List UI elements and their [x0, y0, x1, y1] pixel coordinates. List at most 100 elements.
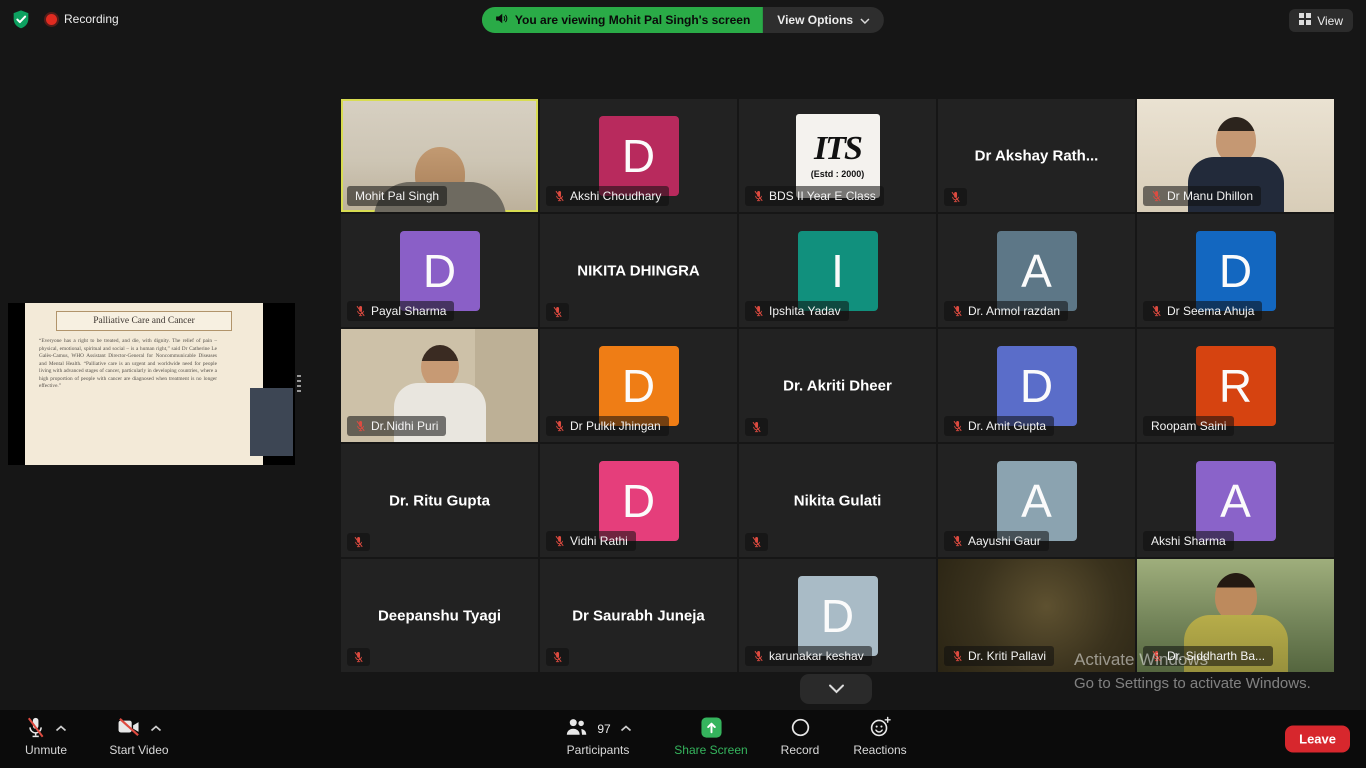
participant-avatar: I [798, 231, 878, 311]
slide-title: Palliative Care and Cancer [56, 311, 232, 331]
participant-name-label: Payal Sharma [347, 301, 454, 321]
participant-name: Akshi Choudhary [570, 189, 661, 203]
participant-tile-dr-akshay-rath[interactable]: Dr Akshay Rath... [938, 99, 1135, 212]
slide-body-text: “Everyone has a right to be treated, and… [39, 338, 217, 391]
participant-avatar: D [798, 576, 878, 656]
participant-tile-dr-pulkit-jhingan[interactable]: DDr Pulkit Jhingan [540, 329, 737, 442]
participant-name-label: Dr. Anmol razdan [944, 301, 1068, 321]
participant-name-label: Dr.Nidhi Puri [347, 416, 446, 436]
record-label: Record [781, 743, 820, 757]
participant-tile-deepanshu-tyagi[interactable]: Deepanshu Tyagi [341, 559, 538, 672]
participant-name: Payal Sharma [371, 304, 446, 318]
screen-viewing-banner: You are viewing Mohit Pal Singh's screen… [482, 7, 884, 33]
leave-button[interactable]: Leave [1285, 726, 1350, 753]
participant-tile-ipshita-yadav[interactable]: IIpshita Yadav [739, 214, 936, 327]
muted-mic-icon [751, 536, 762, 548]
muted-mic-icon [753, 650, 764, 662]
slide-image-block [250, 388, 293, 456]
participant-tile-bds-ii-year-e-class[interactable]: ITS(Estd : 2000)BDS II Year E Class [739, 99, 936, 212]
participant-name: karunakar keshav [769, 649, 864, 663]
share-screen-icon [700, 716, 723, 742]
participant-tile-dr-anmol-razdan[interactable]: ADr. Anmol razdan [938, 214, 1135, 327]
participant-name: Akshi Sharma [1151, 534, 1226, 548]
watermark-line1: Activate Windows [1074, 650, 1311, 670]
participant-tile-akshi-choudhary[interactable]: DAkshi Choudhary [540, 99, 737, 212]
muted-mic-icon [1151, 190, 1162, 202]
start-video-button[interactable]: Start Video [96, 715, 182, 757]
participant-tile-dr-seema-ahuja[interactable]: DDr Seema Ahuja [1137, 214, 1334, 327]
participant-tile-roopam-saini[interactable]: RRoopam Saini [1137, 329, 1334, 442]
shared-screen-thumbnail[interactable]: Palliative Care and Cancer “Everyone has… [8, 303, 295, 465]
participants-button[interactable]: 97 Participants [552, 715, 644, 757]
participant-name: Ipshita Yadav [769, 304, 841, 318]
muted-mic-icon [355, 305, 366, 317]
logo-subtext: (Estd : 2000) [811, 169, 865, 179]
participant-avatar: D [599, 116, 679, 196]
participant-tile-dr-amit-gupta[interactable]: DDr. Amit Gupta [938, 329, 1135, 442]
participant-tile-payal-sharma[interactable]: DPayal Sharma [341, 214, 538, 327]
participant-avatar: R [1196, 346, 1276, 426]
start-video-label: Start Video [109, 743, 168, 757]
presentation-slide: Palliative Care and Cancer “Everyone has… [25, 303, 263, 465]
video-options-caret[interactable] [150, 725, 162, 732]
participants-icon [564, 716, 588, 741]
participant-name-label: Akshi Sharma [1143, 531, 1234, 551]
participant-name: Roopam Saini [1151, 419, 1226, 433]
participant-name-centered: Dr Akshay Rath... [938, 147, 1135, 164]
participants-count: 97 [597, 722, 610, 736]
meeting-toolbar: Unmute Start Video 97 [0, 710, 1366, 768]
record-button[interactable]: Record [768, 715, 832, 757]
view-options-button[interactable]: View Options [763, 7, 884, 33]
participant-tile-akshi-sharma[interactable]: AAkshi Sharma [1137, 444, 1334, 557]
participants-options-caret[interactable] [620, 725, 632, 732]
chevron-down-icon [860, 13, 870, 27]
participant-tile-dr-akriti-dheer[interactable]: Dr. Akriti Dheer [739, 329, 936, 442]
audio-options-caret[interactable] [55, 725, 67, 732]
participant-name-label: BDS II Year E Class [745, 186, 884, 206]
participant-name: Dr. Kriti Pallavi [968, 649, 1046, 663]
muted-mic-icon [952, 535, 963, 547]
share-screen-button[interactable]: Share Screen [668, 715, 754, 757]
its-college-logo: ITS(Estd : 2000) [796, 114, 880, 198]
muted-mic-icon [554, 535, 565, 547]
record-icon [790, 717, 811, 741]
participant-name-label: Vidhi Rathi [546, 531, 636, 551]
speaker-icon [495, 12, 508, 28]
participant-name-label: Roopam Saini [1143, 416, 1234, 436]
meeting-security-shield-icon[interactable] [10, 9, 32, 31]
participant-name-centered: Dr Saurabh Juneja [540, 607, 737, 624]
participant-name-label: karunakar keshav [745, 646, 872, 666]
participant-tile-dr-manu-dhillon[interactable]: Dr Manu Dhillon [1137, 99, 1334, 212]
participant-tile-vidhi-rathi[interactable]: DVidhi Rathi [540, 444, 737, 557]
participant-avatar: A [997, 231, 1077, 311]
camera-off-icon [117, 717, 141, 740]
muted-mic-icon [552, 306, 563, 318]
participant-tile-dr-nidhi-puri[interactable]: Dr.Nidhi Puri [341, 329, 538, 442]
muted-mic-icon [753, 305, 764, 317]
gallery-grid-icon [1299, 13, 1311, 28]
participant-avatar: D [599, 346, 679, 426]
participant-avatar: A [997, 461, 1077, 541]
scroll-participants-down-button[interactable] [800, 674, 872, 704]
participant-tile-karunakar-keshav[interactable]: Dkarunakar keshav [739, 559, 936, 672]
participant-tile-dr-saurabh-juneja[interactable]: Dr Saurabh Juneja [540, 559, 737, 672]
reactions-smiley-icon [869, 716, 892, 741]
participant-tile-mohit-pal-singh[interactable]: Mohit Pal Singh [341, 99, 538, 212]
participant-name-centered: Dr. Ritu Gupta [341, 492, 538, 509]
muted-mic-icon [952, 650, 963, 662]
preview-resize-handle[interactable] [297, 375, 301, 394]
participant-tile-nikita-gulati[interactable]: Nikita Gulati [739, 444, 936, 557]
participant-tile-nikita-dhingra[interactable]: NIKITA DHINGRA [540, 214, 737, 327]
participant-name-label: Mohit Pal Singh [347, 186, 447, 206]
reactions-button[interactable]: Reactions [844, 715, 916, 757]
participant-name-centered: Dr. Akriti Dheer [739, 377, 936, 394]
participant-tile-aayushi-gaur[interactable]: AAayushi Gaur [938, 444, 1135, 557]
participant-name: BDS II Year E Class [769, 189, 876, 203]
unmute-button[interactable]: Unmute [14, 715, 78, 757]
muted-mic-icon [1151, 305, 1162, 317]
participant-name-label [546, 648, 569, 666]
participant-avatar: D [400, 231, 480, 311]
participant-tile-dr-ritu-gupta[interactable]: Dr. Ritu Gupta [341, 444, 538, 557]
view-button[interactable]: View [1289, 9, 1353, 32]
participant-name-centered: Nikita Gulati [739, 492, 936, 509]
